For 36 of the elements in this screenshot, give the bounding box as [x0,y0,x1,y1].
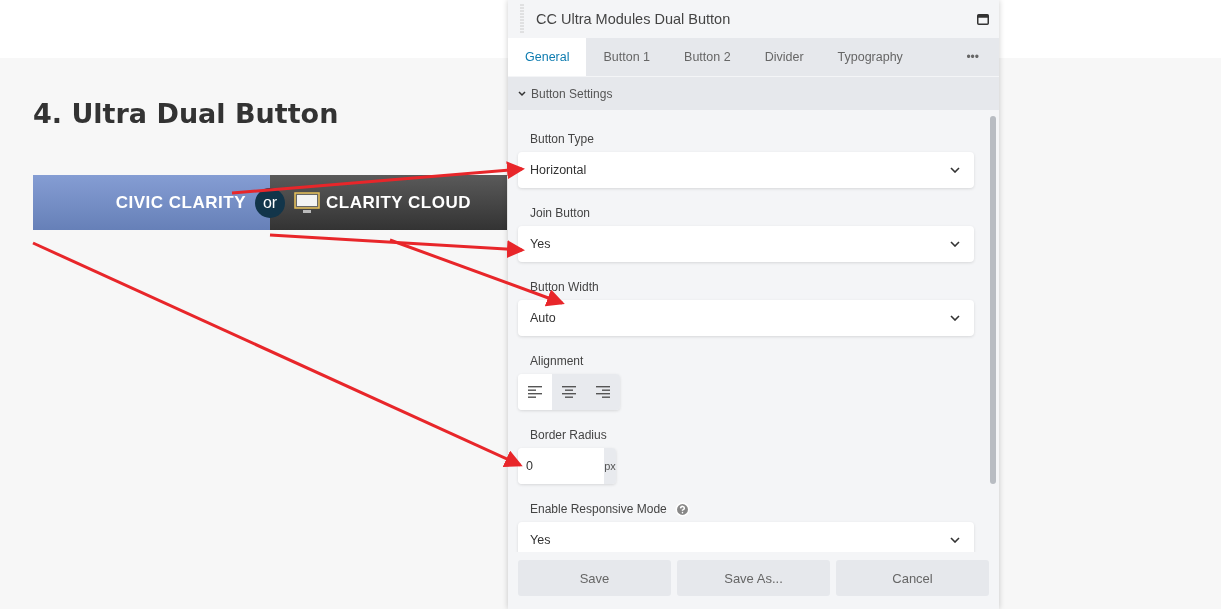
field-label: Border Radius [530,428,607,442]
footer-button[interactable]: Save [518,560,671,596]
tab[interactable]: Divider [747,38,821,76]
chevron-icon [518,90,526,97]
alignment-button[interactable] [586,374,620,410]
tab[interactable]: Button 2 [667,38,748,76]
select-field[interactable]: Horizontal [518,152,974,188]
field-label: Alignment [530,354,584,368]
alignment-button[interactable] [518,374,552,410]
select-field[interactable]: Yes [518,226,974,262]
section-heading: 4. Ultra Dual Button [33,98,339,129]
align-left-icon [528,386,542,398]
select-field[interactable]: Yes [518,522,974,552]
monitor-icon [294,191,320,214]
chevron-down-icon [950,241,960,247]
help-icon[interactable] [674,501,690,517]
scrollbar-thumb[interactable] [990,116,996,484]
field-label: Join Button [530,206,591,220]
field-label: Enable Responsive Mode [530,502,667,516]
align-right-icon [596,386,610,398]
more-tabs-button[interactable]: ••• [946,38,999,76]
field-label: Button Type [530,132,594,146]
tab[interactable]: General [508,38,587,76]
maximize-icon[interactable] [977,13,989,25]
select-field[interactable]: Auto [518,300,974,336]
alignment-button[interactable] [552,374,586,410]
footer-button[interactable]: Cancel [836,560,989,596]
tab[interactable]: Typography [820,38,920,76]
panel-title: CC Ultra Modules Dual Button [536,11,731,27]
field-label: Button Width [530,280,599,294]
footer-button[interactable]: Save As... [677,560,830,596]
chevron-down-icon [950,315,960,321]
chevron-down-icon [950,537,960,543]
tab[interactable]: Button 1 [586,38,668,76]
chevron-down-icon [950,167,960,173]
align-center-icon [562,386,576,398]
